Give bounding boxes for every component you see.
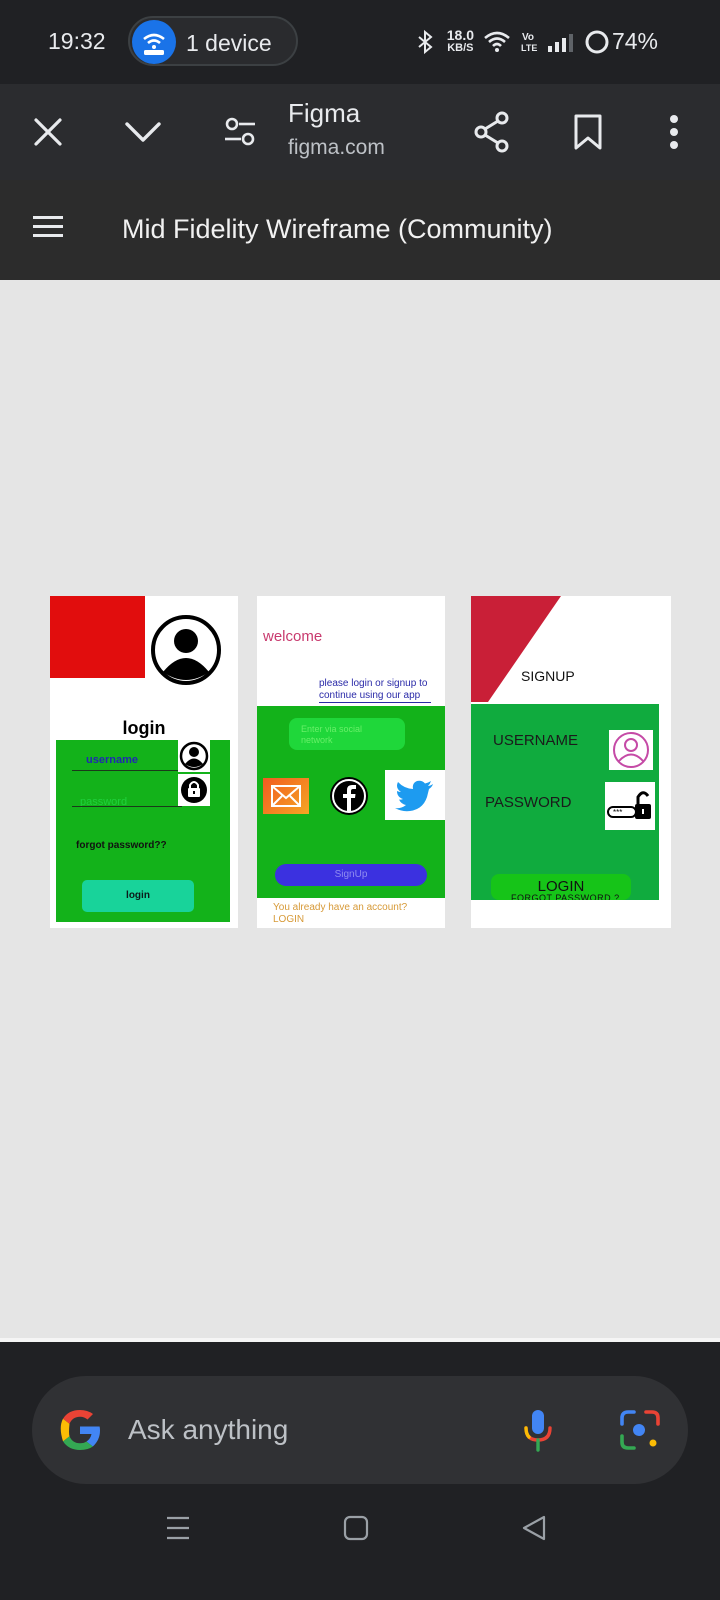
recent-apps-button[interactable] [148,1498,208,1558]
site-settings-button[interactable] [212,104,268,160]
svg-text:LTE: LTE [521,43,537,53]
twitter-icon [385,770,445,820]
more-vert-icon [670,115,678,149]
google-logo-icon [60,1410,100,1450]
recent-apps-icon [167,1516,189,1540]
already-login-link: LOGIN [273,914,305,925]
user-icon [178,740,210,772]
close-icon [34,118,62,146]
red-block [50,596,145,678]
signup-username-label: USERNAME [493,732,579,749]
page-url[interactable]: figma.com [288,136,385,160]
menu-button[interactable] [26,210,70,250]
network-speed-value: 18.0 [446,27,474,43]
home-icon [343,1515,369,1541]
already-account-text: You already have an account? LOGIN [273,902,407,926]
profile-icon [151,615,221,685]
frame-welcome[interactable]: welcome please login or signup to contin… [257,596,445,928]
svg-text:***: *** [613,808,622,817]
share-icon [474,111,509,153]
chevron-down-icon [125,122,161,142]
signal-icon [548,34,573,52]
hotspot-label: 1 device [186,30,272,56]
welcome-title: welcome [263,628,323,645]
browser-toolbar: Figma figma.com [0,84,720,180]
file-title: Mid Fidelity Wireframe (Community) [122,214,553,244]
already-line1: You already have an account? [273,902,408,913]
menu-icon-bar [33,225,63,228]
tune-icon [225,117,255,146]
battery-percent: 74% [611,28,658,54]
page-title: Figma [288,98,361,128]
signup-forgot-link: FORGOT PASSWORD ? [511,894,620,900]
status-time: 19:32 [48,28,106,54]
microphone-icon[interactable] [520,1408,556,1452]
bookmark-button[interactable] [560,104,616,160]
signup-button: SignUp [275,864,427,886]
password-lock-icon: *** [605,782,655,830]
signup-login-label: LOGIN [537,878,585,895]
login-title: login [122,718,166,738]
username-underline [72,770,182,771]
facebook-icon [330,777,368,815]
lock-icon [178,774,210,806]
user-icon [609,730,653,770]
menu-icon-bar [33,234,63,237]
network-speed: 18.0 KB/S [446,27,474,55]
back-icon [522,1515,546,1541]
frame-signup[interactable]: SIGNUP USERNAME PASSWORD *** LOGIN FORGO… [471,596,671,928]
back-button[interactable] [504,1498,564,1558]
close-button[interactable] [20,104,76,160]
social-line2: network [301,735,333,745]
google-lens-icon[interactable] [618,1408,662,1452]
social-field: Enter via social network [289,718,405,750]
home-button[interactable] [326,1498,386,1558]
login-button: login [82,880,194,912]
welcome-underline [319,702,431,703]
minimize-button[interactable] [115,104,171,160]
hotspot-pill[interactable]: 1 device [128,16,298,66]
bluetooth-icon [418,29,433,55]
figma-header: Mid Fidelity Wireframe (Community) [0,180,720,280]
menu-icon [33,216,63,219]
social-line1: Enter via social [301,724,363,734]
network-speed-unit: KB/S [447,42,474,54]
red-triangle [471,596,561,702]
svg-text:Vo: Vo [522,32,534,43]
search-placeholder: Ask anything [128,1414,289,1445]
signup-title: SIGNUP [521,668,575,684]
volte-icon: Vo LTE [521,32,537,53]
share-button[interactable] [464,104,520,160]
username-field: username [86,754,138,766]
mail-icon [263,778,309,814]
status-bar: 19:32 1 device 18.0 KB/S Vo LTE 74% [0,0,720,84]
bookmark-icon [574,114,602,150]
system-icons: 18.0 KB/S Vo LTE [413,26,610,58]
frame-login[interactable]: login username password forgot password?… [50,596,238,928]
welcome-subtitle: please login or signup to continue using… [319,678,427,702]
welcome-subtitle-line2: continue using our app [319,690,421,701]
more-options-button[interactable] [646,104,702,160]
password-underline [72,806,182,807]
battery-ring-icon [585,30,609,54]
forgot-password-link: forgot password?? [76,840,167,851]
hotspot-icon [132,20,176,64]
welcome-subtitle-line1: please login or signup to [319,678,428,689]
wifi-icon [484,31,510,52]
system-nav-bar [0,1460,720,1600]
signup-password-label: PASSWORD [485,794,572,811]
